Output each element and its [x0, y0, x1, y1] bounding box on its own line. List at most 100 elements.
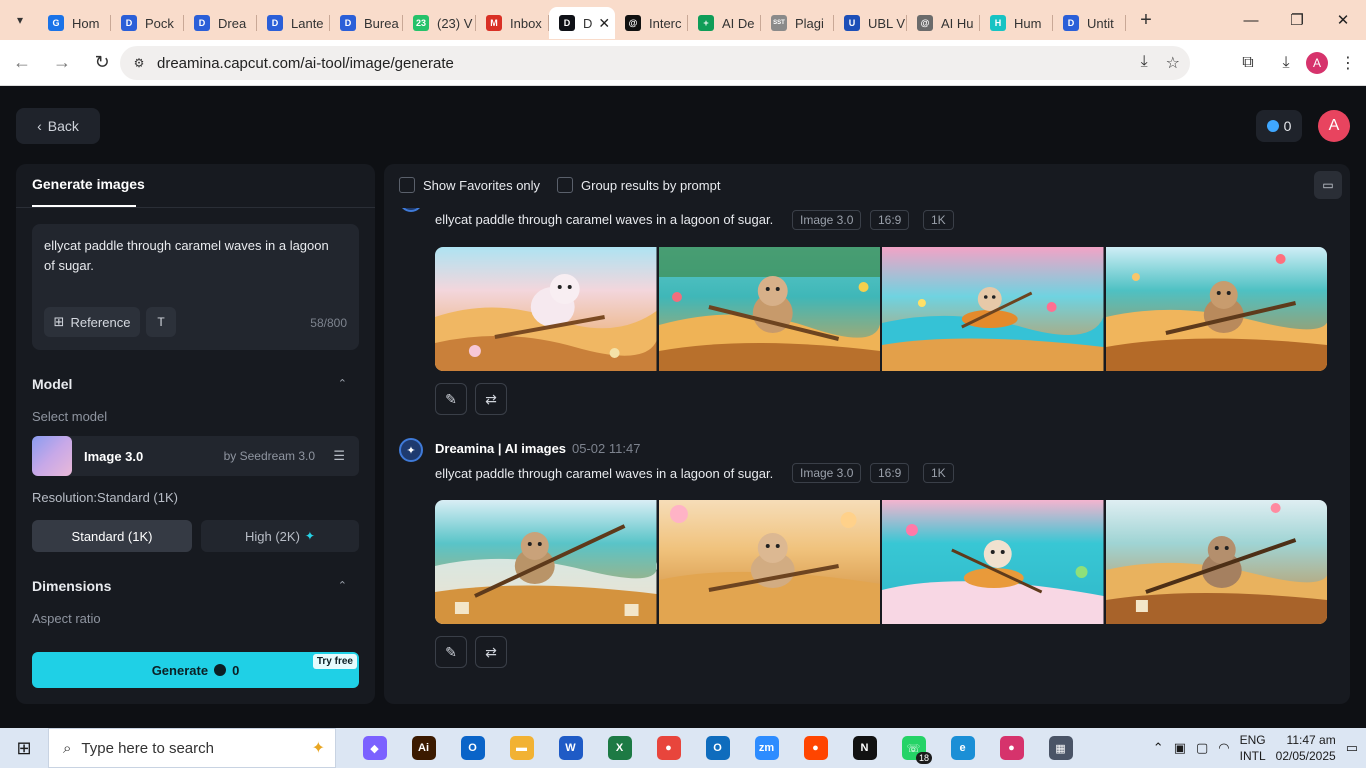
tab-favicon-icon: D: [1063, 15, 1079, 31]
browser-tab[interactable]: M Inbox: [476, 7, 549, 39]
sliders-icon[interactable]: ☰: [333, 448, 345, 464]
generate-button[interactable]: Generate 0 Try free: [32, 652, 359, 688]
taskbar-search[interactable]: ⌕ Type here to search ✦: [48, 728, 336, 768]
new-tab-button[interactable]: +: [1132, 6, 1160, 34]
file-explorer-taskbar-icon[interactable]: ▬: [497, 728, 546, 768]
sparkle-icon: ✦: [304, 529, 315, 543]
generated-image[interactable]: [658, 247, 880, 371]
generated-image[interactable]: [882, 500, 1104, 624]
bookmark-star-icon[interactable]: ☆: [1166, 53, 1180, 73]
excel-taskbar-icon[interactable]: X: [595, 728, 644, 768]
resolution-standard-button[interactable]: Standard (1K): [32, 520, 192, 552]
browser-tab[interactable]: D Lante: [257, 7, 330, 39]
tab-generate-images[interactable]: Generate images: [32, 176, 145, 192]
edit-pencil-icon[interactable]: ✎: [435, 383, 467, 415]
reload-icon[interactable]: ↻: [84, 45, 120, 81]
folder-icon[interactable]: ▭: [1314, 171, 1342, 199]
browser-tab[interactable]: G Hom: [38, 7, 111, 39]
extensions-icon[interactable]: ⧉: [1230, 45, 1266, 81]
word-taskbar-icon[interactable]: W: [546, 728, 595, 768]
edge-taskbar-icon[interactable]: e: [938, 728, 987, 768]
browser-tab[interactable]: + AI De: [688, 7, 761, 39]
browser-tab[interactable]: @ AI Hu: [907, 7, 980, 39]
chevron-up-icon[interactable]: ⌃: [338, 377, 347, 390]
address-bar[interactable]: ⚙ dreamina.capcut.com/ai-tool/image/gene…: [120, 46, 1190, 80]
display-icon[interactable]: ▢: [1196, 740, 1208, 756]
prompt-box[interactable]: ellycat paddle through caramel waves in …: [32, 224, 359, 350]
outlook-new-icon: O: [705, 736, 730, 760]
reddit-taskbar-icon[interactable]: ●: [791, 728, 840, 768]
resolution-high-button[interactable]: High (2K) ✦: [201, 520, 359, 552]
browser-tab[interactable]: D D ✕: [549, 7, 615, 39]
generated-image[interactable]: [1105, 247, 1327, 371]
generated-image[interactable]: [435, 500, 657, 624]
browser-tab[interactable]: @ Interc: [615, 7, 688, 39]
browser-menu-icon[interactable]: ⋮: [1330, 45, 1366, 81]
tab-favicon-icon: G: [48, 15, 64, 31]
chrome-taskbar-icon[interactable]: ●: [644, 728, 693, 768]
downloads-icon[interactable]: ⤓: [1268, 45, 1304, 81]
credits-badge[interactable]: 0: [1256, 110, 1302, 142]
show-favorites-label: Show Favorites only: [423, 177, 541, 193]
back-arrow-icon[interactable]: ←: [4, 45, 40, 81]
generated-image[interactable]: [882, 247, 1104, 371]
credit-coin-icon: [1266, 120, 1279, 132]
back-button[interactable]: ‹ Back: [16, 108, 100, 144]
download-page-icon[interactable]: ⤓: [1141, 53, 1148, 73]
network-icon[interactable]: ▣: [1174, 740, 1186, 756]
regenerate-icon[interactable]: ⇄: [475, 383, 507, 415]
calculator-taskbar-icon[interactable]: ▦: [1036, 728, 1085, 768]
group-by-prompt-filter[interactable]: Group results by prompt: [557, 177, 720, 193]
user-avatar[interactable]: A: [1318, 110, 1350, 142]
generated-image[interactable]: [1105, 500, 1327, 624]
browser-tab[interactable]: D Pock: [111, 7, 184, 39]
browser-tab[interactable]: D Drea: [184, 7, 257, 39]
forward-arrow-icon[interactable]: →: [44, 45, 80, 81]
reference-button[interactable]: ⊞ Reference: [44, 307, 140, 337]
copilot-taskbar-icon[interactable]: ◆: [350, 728, 399, 768]
generate-panel: Generate images ellycat paddle through c…: [16, 164, 375, 704]
group-checkbox[interactable]: [557, 177, 573, 193]
notifications-icon[interactable]: ▭: [1346, 740, 1358, 756]
windows-start-icon[interactable]: ⊞: [0, 728, 48, 768]
tab-title: Interc: [649, 15, 682, 31]
restore-icon[interactable]: ❐: [1274, 0, 1320, 40]
wifi-icon[interactable]: ◠: [1218, 740, 1229, 756]
chevron-up-icon[interactable]: ⌃: [338, 579, 347, 592]
tab-favicon-icon: U: [844, 15, 860, 31]
browser-profile-avatar[interactable]: A: [1306, 52, 1328, 74]
clock[interactable]: 11:47 am 02/05/2025: [1276, 732, 1336, 764]
browser-tab[interactable]: D Untit: [1053, 7, 1126, 39]
minimize-icon[interactable]: —: [1228, 0, 1274, 40]
zoom-taskbar-icon[interactable]: zm: [742, 728, 791, 768]
regenerate-icon[interactable]: ⇄: [475, 636, 507, 668]
outlook-new-taskbar-icon[interactable]: O: [693, 728, 742, 768]
favorites-checkbox[interactable]: [399, 177, 415, 193]
browser-tab[interactable]: D Burea: [330, 7, 403, 39]
browser-tab[interactable]: U UBL V: [834, 7, 907, 39]
edit-pencil-icon[interactable]: ✎: [435, 636, 467, 668]
tab-title: Lante: [291, 15, 324, 31]
outlook-taskbar-icon[interactable]: O: [448, 728, 497, 768]
language-indicator[interactable]: ENG INTL: [1240, 732, 1266, 764]
taskbar-apps: ◆ Ai O ▬ W X ● Ozm ● N ☏ 18 e ● ▦: [350, 728, 1085, 768]
prompt-textarea[interactable]: ellycat paddle through caramel waves in …: [44, 236, 334, 276]
chrome-profile-taskbar-icon[interactable]: ●: [987, 728, 1036, 768]
browser-tab[interactable]: H Hum: [980, 7, 1053, 39]
netflix-taskbar-icon[interactable]: N: [840, 728, 889, 768]
generated-image[interactable]: [658, 500, 880, 624]
show-favorites-filter[interactable]: Show Favorites only: [399, 177, 540, 193]
browser-tab[interactable]: 23 (23) V: [403, 7, 476, 39]
close-window-icon[interactable]: ✕: [1320, 0, 1366, 40]
site-info-icon[interactable]: ⚙: [130, 54, 148, 72]
try-free-badge: Try free: [312, 654, 357, 669]
browser-tab[interactable]: SST Plagi: [761, 7, 834, 39]
chevron-up-tray-icon[interactable]: ⌃: [1153, 740, 1164, 756]
text-style-button[interactable]: T: [146, 307, 176, 337]
whatsapp-taskbar-icon[interactable]: ☏ 18: [889, 728, 938, 768]
tab-search-chevron-icon[interactable]: ▾: [6, 6, 34, 34]
illustrator-taskbar-icon[interactable]: Ai: [399, 728, 448, 768]
model-selector[interactable]: Image 3.0 by Seedream 3.0 ☰: [32, 436, 359, 476]
generated-image[interactable]: [435, 247, 657, 371]
tab-close-icon[interactable]: ✕: [598, 15, 610, 32]
